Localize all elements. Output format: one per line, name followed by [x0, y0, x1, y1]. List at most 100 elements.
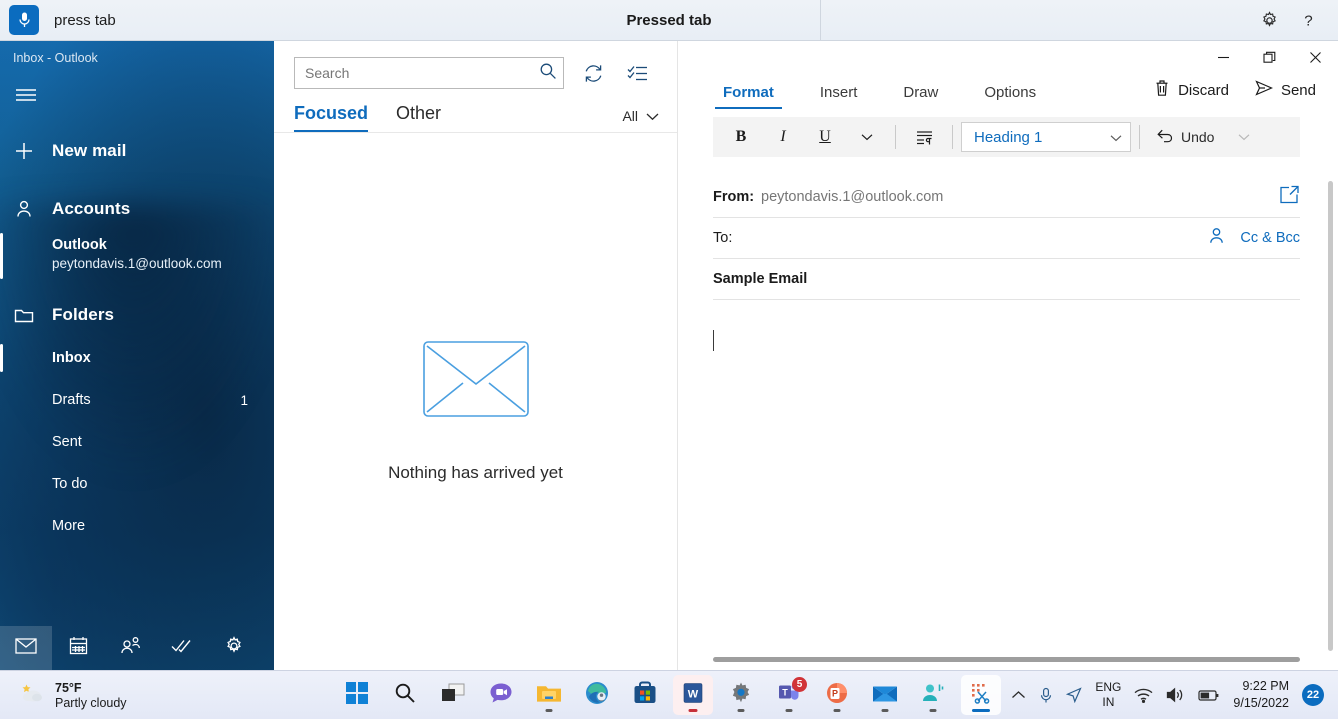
folder-label: Inbox — [52, 350, 91, 366]
voice-bar-divider — [820, 0, 821, 40]
store-icon — [633, 681, 657, 710]
horizontal-scrollbar[interactable] — [713, 657, 1300, 662]
taskbar-clock[interactable]: 9:22 PM 9/15/2022 — [1233, 678, 1289, 712]
voice-status-text: Pressed tab — [0, 12, 1338, 29]
to-row[interactable]: To: Cc & Bcc — [713, 218, 1300, 259]
taskbar-edge-button[interactable] — [577, 675, 617, 715]
battery-icon[interactable] — [1198, 689, 1220, 702]
list-toolbar — [274, 41, 677, 89]
account-name: Outlook — [52, 237, 274, 253]
taskbar-search-button[interactable] — [385, 675, 425, 715]
teams-badge: 5 — [792, 677, 807, 692]
language-indicator[interactable]: ENG IN — [1095, 680, 1121, 710]
popout-icon[interactable] — [1279, 185, 1300, 209]
taskbar-teams-button[interactable]: T 5 — [769, 675, 809, 715]
pivot-other[interactable]: Other — [396, 103, 441, 132]
sidebar-folder-todo[interactable]: To do — [0, 463, 274, 505]
microphone-icon[interactable] — [1039, 687, 1053, 704]
nav-calendar-button[interactable] — [52, 626, 104, 670]
pivot-focused[interactable]: Focused — [294, 103, 368, 132]
sidebar-folder-sent[interactable]: Sent — [0, 421, 274, 463]
close-icon[interactable] — [1292, 41, 1338, 73]
filter-label: All — [622, 108, 638, 124]
wifi-icon[interactable] — [1134, 688, 1153, 703]
cc-bcc-button[interactable]: Cc & Bcc — [1240, 230, 1300, 246]
taskbar-start-button[interactable] — [337, 675, 377, 715]
taskbar-mail-button[interactable] — [865, 675, 905, 715]
taskbar-task-view-button[interactable] — [433, 675, 473, 715]
restore-icon[interactable] — [1246, 41, 1292, 73]
person-picker-icon[interactable] — [1207, 226, 1226, 250]
account-selection-bar — [0, 233, 3, 279]
notification-badge[interactable]: 22 — [1302, 684, 1324, 706]
system-tray: ENG IN 9:22 PM — [1011, 678, 1338, 712]
sidebar-folder-drafts[interactable]: Drafts 1 — [0, 379, 274, 421]
search-box[interactable] — [294, 57, 564, 89]
chevron-up-icon[interactable] — [1011, 690, 1026, 700]
svg-text:W: W — [688, 688, 699, 700]
accounts-label: Accounts — [52, 199, 130, 219]
sidebar-folder-more[interactable]: More — [0, 505, 274, 547]
tab-insert[interactable]: Insert — [810, 84, 868, 109]
focus-pivots: Focused Other All — [274, 89, 677, 132]
from-row[interactable]: From: peytondavis.1@outlook.com — [713, 177, 1300, 218]
chevron-down-icon[interactable] — [847, 121, 887, 153]
folders-header[interactable]: Folders — [0, 293, 274, 337]
nav-people-button[interactable] — [104, 626, 156, 670]
svg-text:?: ? — [1304, 12, 1312, 29]
tab-draw[interactable]: Draw — [893, 84, 948, 109]
paragraph-style-dropdown[interactable]: Heading 1 — [961, 122, 1131, 152]
refresh-icon[interactable] — [578, 58, 608, 88]
nav-todo-button[interactable] — [156, 626, 208, 670]
account-item-outlook[interactable]: Outlook peytondavis.1@outlook.com — [0, 231, 274, 279]
chevron-down-icon[interactable] — [1224, 121, 1264, 153]
bold-button[interactable]: B — [721, 121, 761, 153]
paragraph-direction-icon[interactable] — [904, 121, 944, 153]
chevron-down-icon — [1110, 129, 1122, 146]
hamburger-icon[interactable] — [0, 73, 52, 117]
taskbar-file-explorer-button[interactable] — [529, 675, 569, 715]
subject-row[interactable]: Sample Email — [713, 259, 1300, 300]
filter-dropdown[interactable]: All — [622, 108, 659, 132]
taskbar-powerpoint-button[interactable]: P — [817, 675, 857, 715]
taskbar-weather-widget[interactable]: 75°F Partly cloudy — [0, 681, 300, 710]
sidebar: Inbox - Outlook New mail — [0, 41, 274, 670]
volume-icon[interactable] — [1166, 687, 1185, 703]
nav-mail-button[interactable] — [0, 626, 52, 670]
taskbar-store-button[interactable] — [625, 675, 665, 715]
folder-label: More — [52, 518, 85, 534]
accounts-button[interactable]: Accounts — [0, 187, 274, 231]
nav-settings-button[interactable] — [208, 626, 260, 670]
minimize-icon[interactable] — [1200, 41, 1246, 73]
message-body[interactable] — [713, 330, 1300, 630]
taskbar: 75°F Partly cloudy — [0, 670, 1338, 719]
folder-label: Drafts — [52, 392, 91, 408]
new-mail-button[interactable]: New mail — [0, 129, 274, 173]
taskbar-chat-button[interactable] — [481, 675, 521, 715]
voice-mic-button[interactable] — [0, 5, 48, 35]
discard-button[interactable]: Discard — [1154, 79, 1229, 101]
taskbar-settings-button[interactable] — [721, 675, 761, 715]
sidebar-folder-inbox[interactable]: Inbox — [0, 337, 274, 379]
mail-app-window: Inbox - Outlook New mail — [0, 41, 1338, 670]
discard-label: Discard — [1178, 82, 1229, 99]
window-controls — [678, 41, 1338, 73]
taskbar-voice-access-button[interactable] — [913, 675, 953, 715]
italic-button[interactable]: I — [763, 121, 803, 153]
snipping-tool-icon — [969, 681, 993, 710]
search-icon[interactable] — [539, 62, 557, 85]
vertical-scrollbar[interactable] — [1328, 181, 1333, 651]
taskbar-word-button[interactable]: W — [673, 675, 713, 715]
gear-icon[interactable] — [1260, 11, 1279, 30]
taskbar-snipping-tool-button[interactable] — [961, 675, 1001, 715]
select-mode-icon[interactable] — [622, 58, 652, 88]
location-icon[interactable] — [1066, 687, 1082, 703]
tab-format[interactable]: Format — [713, 84, 784, 109]
subject-value: Sample Email — [713, 271, 807, 287]
send-button[interactable]: Send — [1255, 80, 1316, 100]
underline-button[interactable]: U — [805, 121, 845, 153]
help-icon[interactable]: ? — [1299, 11, 1318, 30]
undo-button[interactable]: Undo — [1148, 128, 1222, 147]
tab-options[interactable]: Options — [974, 84, 1046, 109]
search-input[interactable] — [305, 65, 539, 81]
